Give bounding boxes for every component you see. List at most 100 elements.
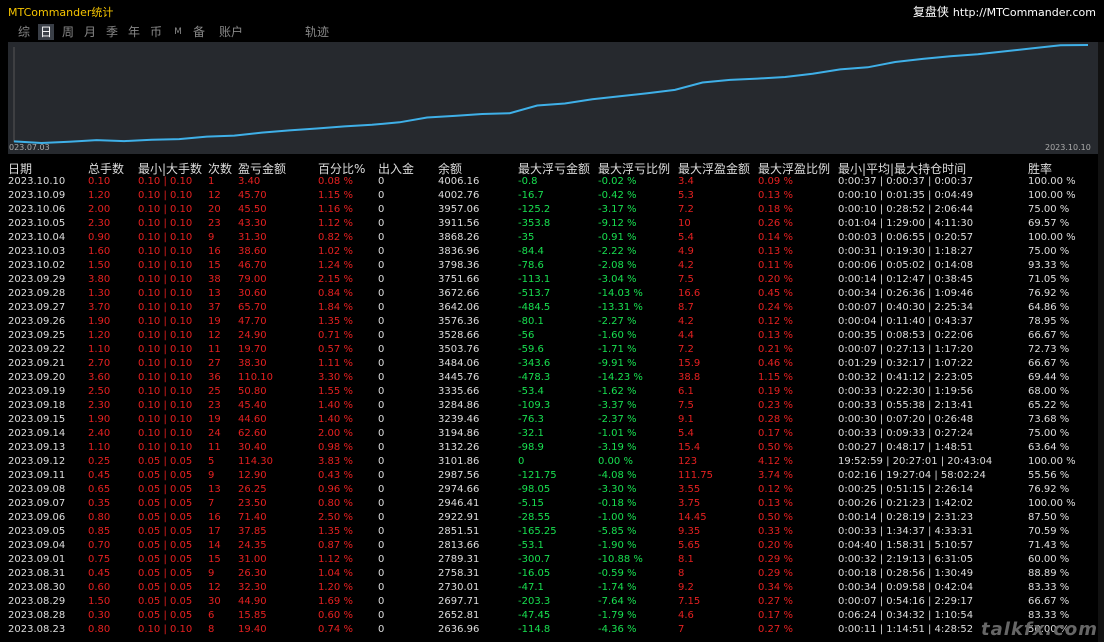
- cell-hold-time: 0:00:34 | 0:09:58 | 0:42:04: [838, 582, 974, 593]
- table-row[interactable]: 2023.09.14 2.40 0.10 | 0.10 24 62.60 2.00 % 0 3…: [0, 427, 1104, 441]
- tab-m[interactable]: M: [172, 24, 184, 40]
- cell-max-float-loss-pct: -0.59 %: [598, 568, 637, 579]
- cell-total-lots: 0.30: [88, 610, 111, 621]
- cell-max-float-profit: 3.55: [678, 484, 701, 495]
- cell-max-float-profit-pct: 0.20 %: [758, 274, 793, 285]
- cell-max-float-profit: 5.65: [678, 540, 701, 551]
- table-row[interactable]: 2023.09.08 0.65 0.05 | 0.05 13 26.25 0.96 % 0 2…: [0, 483, 1104, 497]
- table-row[interactable]: 2023.09.22 1.10 0.10 | 0.10 11 19.70 0.57 % 0 3…: [0, 343, 1104, 357]
- cell-max-float-profit: 8.7: [678, 302, 694, 313]
- table-row[interactable]: 2023.09.28 1.30 0.10 | 0.10 13 30.60 0.84 % 0 3…: [0, 287, 1104, 301]
- cell-max-float-loss: -353.8: [518, 218, 551, 229]
- cell-count: 11: [208, 344, 221, 355]
- table-row[interactable]: 2023.10.02 1.50 0.10 | 0.10 15 46.70 1.24 % 0 3…: [0, 259, 1104, 273]
- table-row[interactable]: 2023.10.03 1.60 0.10 | 0.10 16 38.60 1.02 % 0 3…: [0, 245, 1104, 259]
- cell-count: 16: [208, 512, 221, 523]
- cell-hold-time: 0:00:07 | 0:54:16 | 2:29:17: [838, 596, 974, 607]
- cell-date: 2023.10.02: [8, 260, 66, 271]
- table-row[interactable]: 2023.09.21 2.70 0.10 | 0.10 27 38.30 1.11 % 0 3…: [0, 357, 1104, 371]
- cell-win-rate: 93.33 %: [1028, 260, 1070, 271]
- table-row[interactable]: 2023.08.30 0.60 0.05 | 0.05 12 32.30 1.20 % 0 2…: [0, 581, 1104, 595]
- cell-date: 2023.09.27: [8, 302, 66, 313]
- table-row[interactable]: 2023.10.05 2.30 0.10 | 0.10 23 43.30 1.12 % 0 3…: [0, 217, 1104, 231]
- table-row[interactable]: 2023.09.18 2.30 0.10 | 0.10 23 45.40 1.40 % 0 3…: [0, 399, 1104, 413]
- table-row[interactable]: 2023.08.29 1.50 0.05 | 0.05 30 44.90 1.69 % 0 2…: [0, 595, 1104, 609]
- cell-count: 23: [208, 218, 221, 229]
- table-row[interactable]: 2023.08.23 0.80 0.10 | 0.10 8 19.40 0.74 % 0 26…: [0, 623, 1104, 637]
- cell-max-float-loss-pct: -5.85 %: [598, 526, 637, 537]
- tab-day[interactable]: 日: [38, 24, 54, 40]
- table-row[interactable]: 2023.08.31 0.45 0.05 | 0.05 9 26.30 1.04 % 0 27…: [0, 567, 1104, 581]
- cell-date: 2023.09.04: [8, 540, 66, 551]
- watermark: talkfx.com: [981, 619, 1098, 640]
- table-row[interactable]: 2023.09.20 3.60 0.10 | 0.10 36 110.10 3.30 % 0…: [0, 371, 1104, 385]
- cell-max-float-loss-pct: -3.04 %: [598, 274, 637, 285]
- cell-max-float-loss-pct: -2.22 %: [598, 246, 637, 257]
- tab-note[interactable]: 备: [192, 24, 206, 40]
- table-row[interactable]: 2023.09.07 0.35 0.05 | 0.05 7 23.50 0.80 % 0 29…: [0, 497, 1104, 511]
- table-row[interactable]: 2023.09.06 0.80 0.05 | 0.05 16 71.40 2.50 % 0 2…: [0, 511, 1104, 525]
- brand-url[interactable]: http://MTCommander.com: [953, 6, 1096, 19]
- table-row[interactable]: 2023.10.09 1.20 0.10 | 0.10 12 45.70 1.15 % 0 4…: [0, 189, 1104, 203]
- tab-account[interactable]: 账户: [217, 24, 245, 40]
- cell-date: 2023.09.25: [8, 330, 66, 341]
- tab-currency[interactable]: 币: [149, 24, 163, 40]
- cell-win-rate: 75.00 %: [1028, 428, 1070, 439]
- scrollbar[interactable]: [1098, 42, 1104, 642]
- cell-pnl-amount: 19.70: [238, 344, 267, 355]
- cell-balance: 3911.56: [438, 218, 480, 229]
- cell-max-float-profit: 10: [678, 218, 691, 229]
- cell-balance: 2922.91: [438, 512, 480, 523]
- cell-deposit: 0: [378, 568, 385, 579]
- cell-max-float-profit-pct: 0.13 %: [758, 330, 793, 341]
- cell-pnl-amount: 37.85: [238, 526, 267, 537]
- table-row[interactable]: 2023.10.10 0.10 0.10 | 0.10 1 3.40 0.08 % 0 400…: [0, 175, 1104, 189]
- tab-overview[interactable]: 综: [17, 24, 31, 40]
- cell-deposit: 0: [378, 610, 385, 621]
- table-row[interactable]: 2023.09.29 3.80 0.10 | 0.10 38 79.00 2.15 % 0 3…: [0, 273, 1104, 287]
- table-row[interactable]: 2023.09.19 2.50 0.10 | 0.10 25 50.80 1.55 % 0 3…: [0, 385, 1104, 399]
- cell-min-max-lots: 0.10 | 0.10: [138, 330, 193, 341]
- table-row[interactable]: 2023.09.04 0.70 0.05 | 0.05 14 24.35 0.87 % 0 2…: [0, 539, 1104, 553]
- cell-count: 36: [208, 372, 221, 383]
- cell-max-float-loss: -114.8: [518, 624, 551, 635]
- table-row[interactable]: 2023.10.06 2.00 0.10 | 0.10 20 45.50 1.16 % 0 3…: [0, 203, 1104, 217]
- cell-pnl-amount: 65.70: [238, 302, 267, 313]
- table-row[interactable]: 2023.09.25 1.20 0.10 | 0.10 12 24.90 0.71 % 0 3…: [0, 329, 1104, 343]
- cell-deposit: 0: [378, 526, 385, 537]
- cell-max-float-loss: -28.55: [518, 512, 551, 523]
- table-row[interactable]: 2023.09.15 1.90 0.10 | 0.10 19 44.60 1.40 % 0 3…: [0, 413, 1104, 427]
- cell-pnl-amount: 50.80: [238, 386, 267, 397]
- cell-max-float-loss: -47.45: [518, 610, 551, 621]
- cell-max-float-loss: -32.1: [518, 428, 544, 439]
- table-row[interactable]: 2023.09.27 3.70 0.10 | 0.10 37 65.70 1.84 % 0 3…: [0, 301, 1104, 315]
- cell-deposit: 0: [378, 218, 385, 229]
- table-row[interactable]: 2023.09.13 1.10 0.10 | 0.10 11 30.40 0.98 % 0 3…: [0, 441, 1104, 455]
- table-row[interactable]: 2023.08.28 0.30 0.05 | 0.05 6 15.85 0.60 % 0 26…: [0, 609, 1104, 623]
- cell-percent: 0.87 %: [318, 540, 353, 551]
- table-row[interactable]: 2023.09.01 0.75 0.05 | 0.05 15 31.00 1.12 % 0 2…: [0, 553, 1104, 567]
- cell-hold-time: 0:00:14 | 0:28:19 | 2:31:23: [838, 512, 974, 523]
- cell-max-float-loss: -121.75: [518, 470, 557, 481]
- cell-hold-time: 0:00:35 | 0:08:53 | 0:22:06: [838, 330, 974, 341]
- tab-track[interactable]: 轨迹: [303, 24, 331, 40]
- tab-month[interactable]: 月: [83, 24, 97, 40]
- cell-balance: 3239.46: [438, 414, 480, 425]
- table-row[interactable]: 2023.09.05 0.85 0.05 | 0.05 17 37.85 1.35 % 0 2…: [0, 525, 1104, 539]
- cell-max-float-loss-pct: -7.64 %: [598, 596, 637, 607]
- tab-quarter[interactable]: 季: [105, 24, 119, 40]
- table-row[interactable]: 2023.10.04 0.90 0.10 | 0.10 9 31.30 0.82 % 0 38…: [0, 231, 1104, 245]
- tab-week[interactable]: 周: [61, 24, 75, 40]
- table-row[interactable]: 2023.09.11 0.45 0.05 | 0.05 9 12.90 0.43 % 0 29…: [0, 469, 1104, 483]
- cell-total-lots: 0.60: [88, 582, 111, 593]
- brand[interactable]: 复盘侠 http://MTCommander.com: [913, 3, 1096, 20]
- table-row[interactable]: 2023.09.26 1.90 0.10 | 0.10 19 47.70 1.35 % 0 3…: [0, 315, 1104, 329]
- cell-max-float-loss: -98.9: [518, 442, 544, 453]
- cell-hold-time: 0:00:04 | 0:11:40 | 0:43:37: [838, 316, 974, 327]
- cell-percent: 2.15 %: [318, 274, 353, 285]
- tab-year[interactable]: 年: [127, 24, 141, 40]
- cell-max-float-profit: 9.1: [678, 414, 694, 425]
- cell-win-rate: 71.43 %: [1028, 540, 1070, 551]
- table-row[interactable]: 2023.09.12 0.25 0.05 | 0.05 5 114.30 3.83 % 0 3…: [0, 455, 1104, 469]
- cell-balance: 3642.06: [438, 302, 480, 313]
